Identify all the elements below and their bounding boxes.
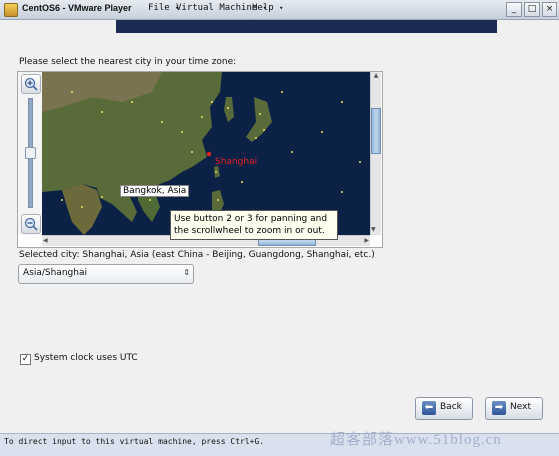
close-button[interactable]: ×: [542, 2, 557, 17]
zoom-in-icon: [24, 77, 38, 91]
scroll-up-arrow-icon[interactable]: ▲: [371, 72, 381, 79]
next-arrow-icon: ➡: [492, 401, 506, 415]
vmware-app-icon: [4, 3, 18, 17]
timezone-select-value: Asia/Shanghai: [23, 268, 87, 278]
back-arrow-icon: ⬅: [422, 401, 436, 415]
menu-help[interactable]: Help ▾: [252, 3, 283, 13]
zoom-out-button[interactable]: [21, 214, 41, 234]
back-button-label: Back: [440, 402, 462, 412]
map-tooltip: Use button 2 or 3 for panning and the sc…: [170, 210, 338, 240]
title-bar: CentOS6 - VMware Player File ▾ Virtual M…: [0, 0, 559, 20]
next-button-label: Next: [510, 402, 531, 412]
map-city-label-bangkok: Bangkok, Asia: [120, 185, 190, 197]
selected-city-text: Selected city: Shanghai, Asia (east Chin…: [19, 250, 375, 260]
minimize-button[interactable]: _: [506, 2, 522, 17]
maximize-button[interactable]: □: [524, 2, 540, 17]
next-button[interactable]: ➡ Next: [485, 397, 543, 420]
map-vertical-scroll-thumb[interactable]: [371, 108, 381, 154]
timezone-prompt: Please select the nearest city in your t…: [19, 57, 237, 67]
utc-checkbox-label[interactable]: System clock uses UTC: [34, 353, 138, 363]
watermark-text: 超客部落www.51blog.cn: [330, 432, 502, 448]
tooltip-line-2: the scrollwheel to zoom in or out.: [174, 226, 325, 236]
scroll-left-arrow-icon[interactable]: ◀: [43, 237, 48, 244]
status-message: To direct input to this virtual machine,…: [4, 437, 265, 446]
scroll-down-arrow-icon[interactable]: ▼: [371, 226, 376, 233]
window-title: CentOS6 - VMware Player: [22, 3, 132, 13]
zoom-slider-handle[interactable]: [25, 147, 36, 159]
map-city-label-shanghai[interactable]: Shanghai: [215, 157, 257, 167]
scroll-right-arrow-icon[interactable]: ▶: [364, 237, 369, 244]
timezone-select[interactable]: Asia/Shanghai ⇕: [18, 264, 194, 284]
zoom-in-button[interactable]: [21, 74, 41, 94]
up-down-chevron-icon: ⇕: [183, 268, 190, 277]
tooltip-line-1: Use button 2 or 3 for panning and: [174, 214, 328, 224]
zoom-out-icon: [24, 217, 38, 231]
menu-file[interactable]: File ▾: [148, 3, 179, 13]
installer-banner: [116, 20, 497, 33]
utc-checkbox[interactable]: ✓: [20, 354, 31, 365]
back-button[interactable]: ⬅ Back: [415, 397, 473, 420]
